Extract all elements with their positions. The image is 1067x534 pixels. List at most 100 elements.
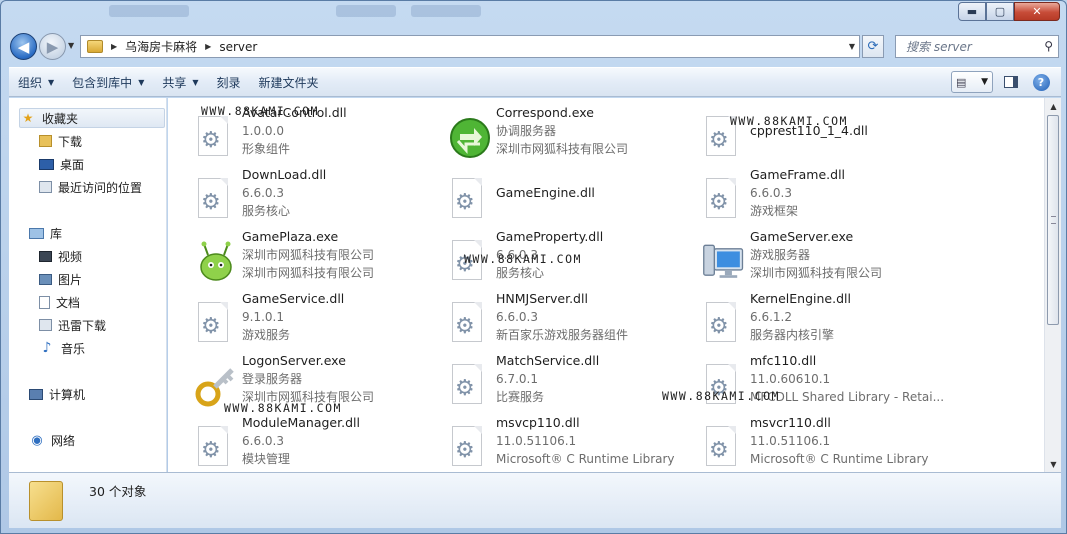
file-line2: 深圳市网狐科技有限公司	[242, 248, 375, 262]
preview-pane-button[interactable]	[999, 71, 1023, 93]
sidebar-item-documents[interactable]: 文档	[39, 292, 80, 312]
gear-icon: ⚙	[455, 438, 475, 463]
close-button[interactable]: ✕	[1014, 2, 1060, 21]
preview-pane-icon	[1004, 76, 1018, 88]
sidebar-item-favorites[interactable]: ★ 收藏夹	[19, 108, 165, 128]
file-name: GamePlaza.exe	[242, 229, 339, 244]
file-item[interactable]: ⚙ msvcr110.dll 11.0.51106.1 Microsoft® C Ru…	[698, 414, 948, 472]
file-name: Correspond.exe	[496, 105, 594, 120]
file-item[interactable]: ⚙ GameEngine.dll	[444, 166, 694, 224]
gear-icon: ⚙	[455, 190, 475, 215]
file-item[interactable]: GamePlaza.exe 深圳市网狐科技有限公司 深圳市网狐科技有限公司	[190, 228, 440, 286]
computer-icon	[29, 388, 43, 400]
file-line3: 比赛服务	[496, 390, 545, 404]
navigation-pane: ★ 收藏夹 下载 桌面 最近访问的位置 库 视频 图片 文档 迅雷下载 ♪ 音乐 计…	[9, 98, 167, 472]
file-details: GameEngine.dll	[496, 184, 595, 202]
dll-file-icon: ⚙	[198, 116, 228, 156]
explorer-window: ▬ ▢ ✕ ◀ ▶ ▼ ▶ 乌海房卡麻将 ▶ server ▼ ⟳ 搜索 ser…	[0, 0, 1067, 534]
file-item[interactable]: Correspond.exe 协调服务器 深圳市网狐科技有限公司	[444, 104, 694, 162]
sidebar-item-recent-places[interactable]: 最近访问的位置	[39, 177, 142, 197]
vertical-scrollbar[interactable]: ▲ ▼	[1044, 98, 1061, 472]
dll-icon: ⚙	[444, 362, 494, 408]
search-input[interactable]: 搜索 server ⚲	[895, 35, 1059, 58]
network-icon: ◉	[31, 432, 43, 448]
recent-pages-dropdown-icon[interactable]: ▼	[68, 41, 74, 50]
breadcrumb-item[interactable]: 乌海房卡麻将	[125, 38, 197, 55]
scroll-thumb[interactable]	[1047, 115, 1059, 325]
dll-icon: ⚙	[698, 424, 748, 470]
address-bar[interactable]: ▶ 乌海房卡麻将 ▶ server ▼	[80, 35, 860, 58]
sidebar-item-libraries[interactable]: 库	[29, 223, 62, 243]
sidebar-item-thunder-downloads[interactable]: 迅雷下载	[39, 315, 106, 335]
scroll-down-icon[interactable]: ▼	[1045, 456, 1062, 472]
file-line3: 深圳市网狐科技有限公司	[242, 266, 375, 280]
minimize-button[interactable]: ▬	[958, 2, 986, 21]
file-item[interactable]: ⚙ KernelEngine.dll 6.6.1.2 服务器内核引擎	[698, 290, 948, 348]
address-dropdown-icon[interactable]: ▼	[849, 42, 855, 51]
sidebar-item-videos[interactable]: 视频	[39, 246, 82, 266]
sidebar-item-computer[interactable]: 计算机	[29, 384, 85, 404]
title-bar: ▬ ▢ ✕	[1, 1, 1066, 23]
share-label: 共享	[162, 75, 187, 90]
forward-button[interactable]: ▶	[39, 33, 66, 60]
sidebar-item-network[interactable]: ◉ 网络	[29, 430, 75, 450]
dll-icon: ⚙	[190, 114, 240, 160]
dll-file-icon: ⚙	[706, 302, 736, 342]
share-menu[interactable]: 共享 ▼	[153, 70, 207, 94]
gear-icon: ⚙	[201, 314, 221, 339]
file-details: MatchService.dll 6.7.0.1 比赛服务	[496, 352, 599, 406]
sidebar-item-downloads[interactable]: 下载	[39, 131, 82, 151]
dll-icon: ⚙	[444, 424, 494, 470]
file-item[interactable]: GameServer.exe 游戏服务器 深圳市网狐科技有限公司	[698, 228, 948, 286]
file-line2: 协调服务器	[496, 124, 557, 138]
breadcrumb-item[interactable]: server	[219, 40, 257, 54]
file-name: msvcp110.dll	[496, 415, 580, 430]
blurred-title	[109, 5, 189, 17]
help-button[interactable]: ?	[1029, 71, 1053, 93]
file-item[interactable]: ⚙ GameService.dll 9.1.0.1 游戏服务	[190, 290, 440, 348]
file-item[interactable]: ⚙ ModuleManager.dll 6.6.0.3 模块管理	[190, 414, 440, 472]
file-item[interactable]: ⚙ HNMJServer.dll 6.6.0.3 新百家乐游戏服务器组件	[444, 290, 694, 348]
sidebar-item-music[interactable]: ♪ 音乐	[39, 338, 85, 358]
organize-menu[interactable]: 组织 ▼	[9, 70, 63, 94]
refresh-button[interactable]: ⟳	[862, 35, 884, 58]
thunder-download-icon	[39, 319, 52, 331]
file-item[interactable]: ⚙ MatchService.dll 6.7.0.1 比赛服务	[444, 352, 694, 410]
new-folder-label: 新建文件夹	[258, 75, 319, 90]
file-name: KernelEngine.dll	[750, 291, 851, 306]
file-line3: 模块管理	[242, 452, 291, 466]
maximize-button[interactable]: ▢	[986, 2, 1014, 21]
include-in-library-menu[interactable]: 包含到库中 ▼	[63, 70, 153, 94]
scroll-up-icon[interactable]: ▲	[1045, 98, 1062, 114]
blurred-title	[411, 5, 481, 17]
search-icon[interactable]: ⚲	[1044, 39, 1053, 53]
item-count: 30 个对象	[89, 484, 147, 499]
details-pane: 30 个对象	[9, 472, 1061, 528]
file-name: ModuleManager.dll	[242, 415, 360, 430]
watermark-text: WWW.88KAMI.COM	[730, 114, 848, 128]
file-item[interactable]: ⚙ msvcp110.dll 11.0.51106.1 Microsoft® C Ru…	[444, 414, 694, 472]
recent-places-icon	[39, 181, 52, 193]
back-button[interactable]: ◀	[10, 33, 37, 60]
sidebar-item-desktop[interactable]: 桌面	[39, 154, 84, 174]
dll-icon: ⚙	[698, 300, 748, 346]
file-details: msvcr110.dll 11.0.51106.1 Microsoft® C Run…	[750, 414, 929, 468]
breadcrumb-arrow-icon[interactable]: ▶	[111, 42, 117, 51]
file-item[interactable]: ⚙ GameFrame.dll 6.6.0.3 游戏框架	[698, 166, 948, 224]
chevron-down-icon: ▼	[138, 77, 145, 87]
chevron-down-icon: ▼	[192, 77, 199, 87]
burn-button[interactable]: 刻录	[208, 70, 250, 94]
breadcrumb-arrow-icon[interactable]: ▶	[205, 42, 211, 51]
file-line2: 6.6.0.3	[242, 186, 284, 200]
change-view-button[interactable]: ▤ ▼	[951, 71, 993, 93]
file-item[interactable]: ⚙ cpprest110_1_4.dll	[698, 104, 948, 162]
organize-label: 组织	[18, 75, 43, 90]
new-folder-button[interactable]: 新建文件夹	[250, 70, 328, 94]
file-name: GameService.dll	[242, 291, 345, 306]
file-item[interactable]: ⚙ DownLoad.dll 6.6.0.3 服务核心	[190, 166, 440, 224]
sidebar-item-pictures[interactable]: 图片	[39, 269, 82, 289]
desktop-icon	[39, 158, 54, 170]
file-line3: Microsoft® C Runtime Library	[750, 452, 929, 466]
gear-icon: ⚙	[709, 190, 729, 215]
music-icon: ♪	[42, 340, 52, 356]
